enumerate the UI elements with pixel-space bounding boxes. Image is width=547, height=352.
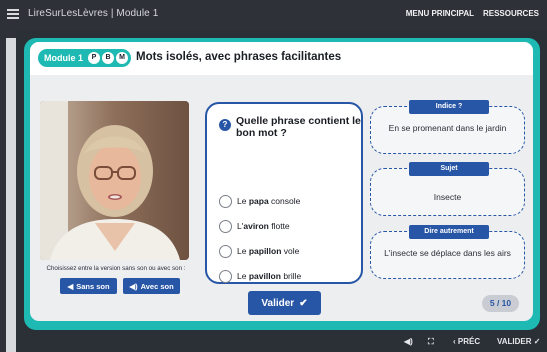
- speaker-sound-icon: ◀): [129, 281, 138, 291]
- module-label: Module 1: [44, 53, 84, 63]
- validate-button[interactable]: Valider ✔: [248, 291, 321, 315]
- letter-badge-m: M: [116, 52, 128, 64]
- hint-text: En se promenant dans le jardin: [388, 123, 507, 133]
- answer-option-2[interactable]: L'aviron flotte: [219, 218, 290, 234]
- question-text: Quelle phrase contient le bon mot ?: [236, 115, 361, 139]
- previous-button[interactable]: ‹ PRÉC: [453, 337, 480, 346]
- checkmark-icon: ✔: [299, 297, 308, 309]
- question-box: ? Quelle phrase contient le bon mot ? Le…: [205, 102, 363, 284]
- sound-off-label: Sans son: [76, 281, 110, 291]
- letter-badge-b: B: [102, 52, 114, 64]
- app-title: LireSurLesLèvres | Module 1: [28, 8, 159, 19]
- option-suffix: flotte: [268, 221, 290, 231]
- hint-title[interactable]: Indice ?: [409, 100, 489, 114]
- letter-badge-p: P: [88, 52, 100, 64]
- answer-option-1[interactable]: Le papa console: [219, 193, 300, 209]
- rephrase-title[interactable]: Dire autrement: [409, 225, 489, 239]
- top-bar: LireSurLesLèvres | Module 1 MENU PRINCIP…: [0, 0, 547, 30]
- side-panel-sheet: [6, 38, 16, 352]
- option-text: Le papillon vole: [237, 246, 299, 256]
- option-keyword: pavillon: [248, 271, 281, 281]
- radio-button[interactable]: [219, 194, 232, 208]
- option-prefix: Le: [237, 196, 249, 206]
- radio-button[interactable]: [219, 219, 232, 233]
- option-keyword: papillon: [248, 246, 282, 256]
- sound-on-label: Avec son: [140, 281, 174, 291]
- answer-option-3[interactable]: Le papillon vole: [219, 243, 299, 259]
- subject-text: Insecte: [433, 192, 462, 202]
- option-suffix: console: [268, 196, 301, 206]
- option-text: Le papa console: [237, 196, 300, 206]
- nav-resources[interactable]: RESSOURCES: [483, 9, 539, 18]
- check-icon: ✓: [533, 337, 541, 346]
- nav-main-menu[interactable]: MENU PRINCIPAL: [406, 9, 474, 18]
- validate-nav-button[interactable]: VALIDER ✓: [497, 337, 540, 346]
- validate-nav-label: VALIDER: [497, 337, 532, 346]
- sound-off-button[interactable]: ◀ Sans son: [60, 278, 117, 294]
- subject-title[interactable]: Sujet: [409, 162, 489, 176]
- speaker-video[interactable]: [40, 101, 189, 260]
- option-prefix: Le: [237, 271, 249, 281]
- card-header: Module 1 P B M Mots isolés, avec phrases…: [30, 42, 533, 75]
- rephrase-panel[interactable]: Dire autrement L'insecte se déplace dans…: [370, 225, 525, 279]
- module-badge: Module 1 P B M: [38, 49, 131, 67]
- exercise-title: Mots isolés, avec phrases facilitantes: [136, 51, 342, 63]
- volume-icon[interactable]: ◀): [404, 337, 413, 346]
- option-prefix: Le: [237, 246, 249, 256]
- progress-counter: 5 / 10: [482, 295, 519, 312]
- exercise-card: Module 1 P B M Mots isolés, avec phrases…: [30, 42, 533, 321]
- option-keyword: papa: [248, 196, 269, 206]
- radio-button[interactable]: [219, 244, 232, 258]
- option-keyword: aviron: [243, 221, 269, 231]
- rephrase-text: L'insecte se déplace dans les airs: [384, 248, 511, 258]
- answer-option-4[interactable]: Le pavillon brille: [219, 268, 301, 284]
- question-icon: ?: [219, 119, 231, 131]
- hamburger-menu-icon[interactable]: [7, 9, 19, 19]
- speaker-muted-icon: ◀: [67, 281, 74, 291]
- sound-on-button[interactable]: ◀) Avec son: [123, 278, 180, 294]
- top-nav: MENU PRINCIPAL RESSOURCES: [406, 9, 539, 18]
- left-side-panel: [0, 30, 16, 352]
- option-suffix: vole: [281, 246, 300, 256]
- radio-button[interactable]: [219, 269, 232, 283]
- option-text: Le pavillon brille: [237, 271, 301, 281]
- fullscreen-icon[interactable]: ⛶: [428, 337, 434, 347]
- option-suffix: brille: [280, 271, 302, 281]
- bottom-controls: ◀) ⛶ ‹ PRÉC VALIDER ✓: [0, 334, 547, 352]
- validate-label: Valider: [261, 297, 295, 309]
- previous-label: PRÉC: [457, 337, 481, 346]
- hint-panel[interactable]: Indice ? En se promenant dans le jardin: [370, 100, 525, 154]
- video-caption: Choisissez entre la version sans son ou …: [46, 265, 186, 272]
- option-text: L'aviron flotte: [237, 221, 290, 231]
- subject-panel[interactable]: Sujet Insecte: [370, 162, 525, 216]
